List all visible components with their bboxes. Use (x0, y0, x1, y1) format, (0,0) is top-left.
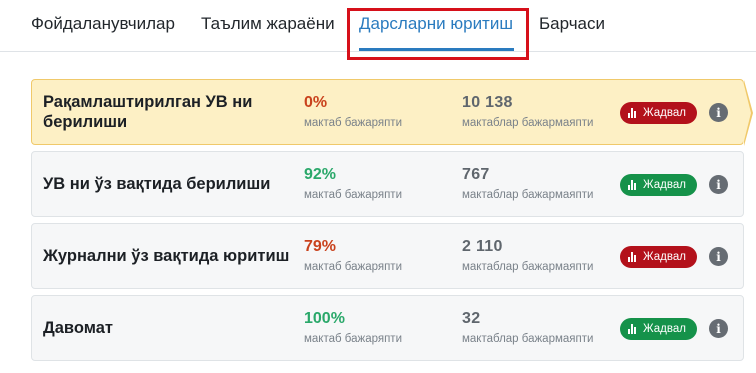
table-button[interactable]: Жадвал (620, 174, 697, 196)
count-block: 10 138 мактаблар бажармаяпти (462, 94, 593, 130)
info-icon[interactable]: i (709, 319, 728, 338)
percent-value: 0% (304, 94, 328, 111)
active-tab-indicator (359, 48, 514, 51)
metric-card[interactable]: Давомат 100% мактаб бажаряпти 32 мактабл… (31, 295, 744, 361)
percent-block: 0% мактаб бажаряпти (304, 94, 402, 130)
percent-value: 92% (304, 166, 337, 183)
count-caption: мактаблар бажармаяпти (462, 261, 594, 273)
count-value: 2 110 (462, 238, 503, 255)
count-block: 767 мактаблар бажармаяпти (462, 166, 593, 202)
count-caption: мактаблар бажармаяпти (462, 117, 594, 129)
metric-card[interactable]: Журнални ўз вақтида юритиш 79% мактаб ба… (31, 223, 744, 289)
count-block: 32 мактаблар бажармаяпти (462, 310, 593, 346)
metric-card[interactable]: Рақамлаштирилган УВ ни берилиши 0% макта… (31, 79, 753, 146)
table-button[interactable]: Жадвал (620, 102, 697, 124)
table-button[interactable]: Жадвал (620, 246, 697, 268)
tab-lessons-management[interactable]: Дарсларни юритиш (359, 14, 513, 34)
metric-title: Журнални ўз вақтида юритиш (43, 247, 290, 265)
percent-caption: мактаб бажаряпти (304, 117, 402, 129)
tab-all[interactable]: Барчаси (539, 14, 605, 34)
info-icon[interactable]: i (709, 247, 728, 266)
count-value: 10 138 (462, 94, 513, 111)
percent-block: 100% мактаб бажаряпти (304, 310, 402, 346)
count-value: 767 (462, 166, 490, 183)
percent-block: 92% мактаб бажаряпти (304, 166, 402, 202)
table-button-label: Жадвал (643, 251, 686, 263)
metric-title: Рақамлаштирилган УВ ни берилиши (43, 93, 253, 131)
percent-caption: мактаб бажаряпти (304, 189, 402, 201)
percent-value: 100% (304, 310, 345, 327)
count-value: 32 (462, 310, 481, 327)
table-button-label: Жадвал (643, 323, 686, 335)
count-caption: мактаблар бажармаяпти (462, 333, 594, 345)
metric-title: Давомат (43, 319, 113, 337)
percent-block: 79% мактаб бажаряпти (304, 238, 402, 274)
bar-chart-icon (628, 108, 639, 118)
tab-users[interactable]: Фойдаланувчилар (31, 14, 175, 34)
table-button-label: Жадвал (643, 107, 686, 119)
bar-chart-icon (628, 252, 639, 262)
percent-caption: мактаб бажаряпти (304, 333, 402, 345)
tab-education-process[interactable]: Таълим жараёни (201, 14, 335, 34)
table-button[interactable]: Жадвал (620, 318, 697, 340)
metric-card[interactable]: УВ ни ўз вақтида берилиши 92% мактаб баж… (31, 151, 744, 217)
bar-chart-icon (628, 324, 639, 334)
metric-title: УВ ни ўз вақтида берилиши (43, 175, 271, 193)
percent-caption: мактаб бажаряпти (304, 261, 402, 273)
selected-card-pointer-fill (743, 81, 751, 145)
tab-bar: Фойдаланувчилар Таълим жараёни Дарсларни… (0, 0, 756, 52)
table-button-label: Жадвал (643, 179, 686, 191)
count-caption: мактаблар бажармаяпти (462, 189, 594, 201)
info-icon[interactable]: i (709, 175, 728, 194)
percent-value: 79% (304, 238, 337, 255)
info-icon[interactable]: i (709, 103, 728, 122)
bar-chart-icon (628, 180, 639, 190)
count-block: 2 110 мактаблар бажармаяпти (462, 238, 593, 274)
